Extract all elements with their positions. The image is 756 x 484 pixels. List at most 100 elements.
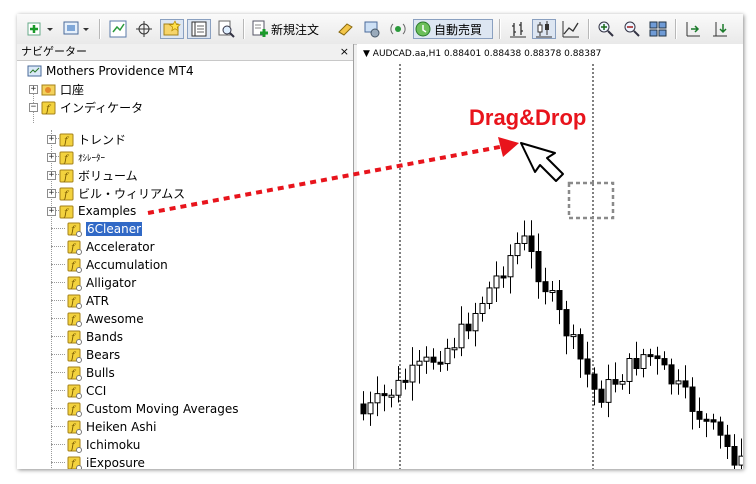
indicator-icon: f	[67, 420, 82, 435]
star-folder-icon	[163, 20, 181, 36]
candlestick-chart	[360, 64, 743, 469]
autotrade-icon	[415, 21, 431, 37]
candle-body	[444, 347, 451, 365]
indicator-item[interactable]: f iExposure	[51, 454, 145, 469]
candle-body	[584, 358, 591, 375]
candle-body	[640, 354, 647, 369]
candle-body	[493, 275, 500, 289]
candle-body	[710, 419, 717, 423]
candle-body	[458, 323, 465, 349]
autoscroll-button[interactable]	[709, 19, 731, 39]
chart-window[interactable]: ▼ AUDCAD.aa,H1 0.88401 0.88438 0.88378 0…	[357, 44, 743, 469]
indicator-item-label: Heiken Ashi	[86, 420, 157, 434]
indicator-item[interactable]: f Heiken Ashi	[51, 418, 157, 436]
candle-body	[479, 302, 486, 314]
market-watch-button[interactable]	[107, 19, 129, 39]
candle-body	[451, 347, 458, 351]
profiles-button[interactable]	[61, 19, 93, 39]
indicator-item[interactable]: f Alligator	[51, 274, 137, 292]
candle-body	[472, 312, 479, 332]
indicator-item[interactable]: f Awesome	[51, 310, 144, 328]
terminal-button[interactable]	[361, 19, 383, 39]
candle-body	[689, 386, 696, 412]
expand-toggle[interactable]: +	[47, 188, 56, 198]
candle-body	[612, 379, 619, 385]
close-icon[interactable]: ×	[340, 44, 349, 60]
indicator-icon: f	[67, 366, 82, 381]
candle-body	[402, 379, 409, 383]
indicator-item[interactable]: f Ichimoku	[51, 436, 140, 454]
indicator-item[interactable]: f Bands	[51, 328, 124, 346]
tree-node-accounts[interactable]: + 口座	[29, 80, 84, 98]
candle-body	[661, 358, 668, 366]
indicator-item[interactable]: f Custom Moving Averages	[51, 400, 238, 418]
signals-button[interactable]	[387, 19, 409, 39]
tile-windows-button[interactable]	[647, 19, 669, 39]
candle-body	[703, 418, 710, 422]
tree-folder-oscillators[interactable]: + f ｵｼﾚｰﾀｰ	[47, 148, 105, 166]
tree-folder-label: ｵｼﾚｰﾀｰ	[78, 153, 106, 164]
candle-body	[668, 364, 675, 385]
expand-toggle[interactable]: +	[47, 206, 56, 216]
tree-folder-bill-williams[interactable]: + f ビル・ウィリアムス	[47, 184, 185, 202]
navigator-button[interactable]	[160, 19, 184, 39]
chart-shift-button[interactable]	[682, 19, 704, 39]
data-window-button[interactable]	[187, 19, 211, 39]
tile-windows-icon	[649, 21, 667, 37]
data-window-icon	[191, 21, 207, 37]
indicator-item[interactable]: f Accumulation	[51, 256, 168, 274]
expand-toggle[interactable]: +	[29, 84, 38, 94]
indicator-item[interactable]: f CCI	[51, 382, 106, 400]
indicator-item-label: Accumulation	[86, 258, 168, 272]
candle-body	[647, 354, 654, 358]
candle-body	[542, 281, 549, 293]
indicator-folder-icon: f	[41, 101, 56, 115]
zoom-out-button[interactable]	[621, 19, 643, 39]
indicator-item-label: ATR	[86, 294, 109, 308]
autotrade-button[interactable]: 自動売買	[413, 19, 493, 39]
bar-chart-button[interactable]	[507, 19, 529, 39]
indicator-item-label: Alligator	[86, 276, 137, 290]
tree-node-indicators[interactable]: − f インディケータ	[29, 98, 143, 116]
candle-body	[388, 394, 395, 398]
indicator-item[interactable]: f Bears	[51, 346, 120, 364]
candle-body	[563, 309, 570, 337]
new-order-icon	[252, 20, 268, 37]
crosshair-button[interactable]	[133, 19, 155, 39]
candle-body	[598, 388, 605, 403]
meta-editor-button[interactable]	[335, 19, 357, 39]
indicator-icon: f	[67, 402, 82, 417]
candle-body	[514, 242, 521, 257]
candle-body	[626, 358, 633, 382]
expand-toggle[interactable]: +	[47, 134, 56, 144]
candle-body	[633, 358, 640, 369]
expand-toggle[interactable]: +	[47, 170, 56, 180]
strategy-tester-button[interactable]	[215, 19, 237, 39]
market-watch-icon	[109, 20, 127, 38]
candle-body	[360, 403, 367, 415]
line-chart-button[interactable]	[560, 19, 582, 39]
zoom-in-button[interactable]	[595, 19, 617, 39]
tree-root-account[interactable]: Mothers Providence MT4	[27, 62, 194, 80]
terminal-icon	[364, 21, 380, 38]
candlestick-button[interactable]	[532, 19, 556, 39]
tree-folder-examples[interactable]: + f Examples	[47, 202, 136, 220]
tree-folder-volumes[interactable]: + f ボリューム	[47, 166, 138, 184]
indicator-item[interactable]: f Bulls	[51, 364, 115, 382]
expand-toggle[interactable]: +	[47, 152, 56, 162]
indicator-item[interactable]: f 6Cleaner	[51, 220, 143, 238]
bar-chart-icon	[510, 22, 526, 38]
indicator-item-label: Bands	[86, 330, 124, 344]
candle-body	[437, 361, 444, 365]
indicator-item[interactable]: f ATR	[51, 292, 109, 310]
tree-folder-trend[interactable]: + f トレンド	[47, 130, 126, 148]
candle-body	[486, 287, 493, 304]
chart-shift-icon	[686, 22, 700, 37]
new-order-button[interactable]: 新規注文	[251, 19, 333, 39]
new-order-label: 新規注文	[271, 22, 320, 37]
new-chart-button[interactable]	[25, 19, 57, 39]
indicator-folder-icon: f	[59, 205, 74, 219]
indicator-item[interactable]: f Accelerator	[51, 238, 155, 256]
indicator-folder-icon: f	[59, 133, 74, 147]
collapse-toggle[interactable]: −	[29, 102, 38, 112]
